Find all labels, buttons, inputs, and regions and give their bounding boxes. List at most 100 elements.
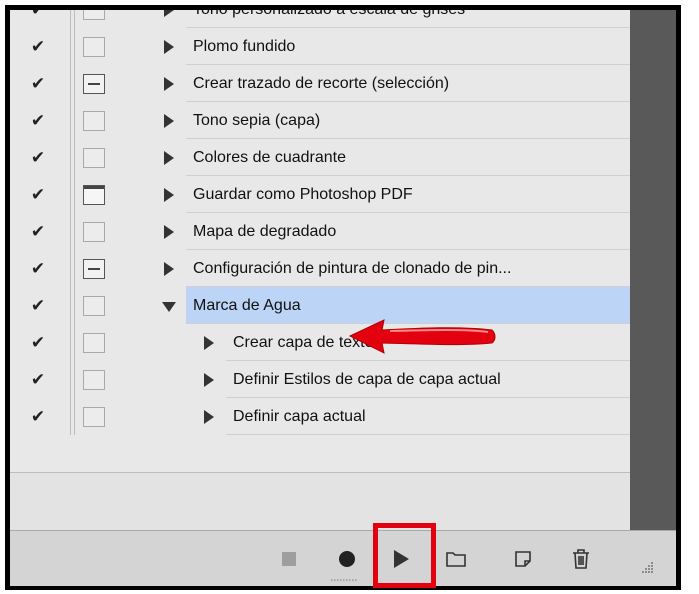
toggle-dialog-icon[interactable] [83, 148, 105, 168]
action-row[interactable]: ✔ Definir capa actual [10, 398, 630, 435]
action-row[interactable]: ✔ Tono personalizado a escala de grises [10, 10, 630, 28]
action-row[interactable]: ✔ Definir Estilos de capa de capa actual [10, 361, 630, 398]
new-action-button[interactable] [509, 545, 537, 573]
toggle-dialog-icon[interactable] [83, 296, 105, 316]
column-divider [70, 139, 71, 176]
column-divider [74, 287, 75, 324]
toggle-item-checkmark-icon[interactable]: ✔ [28, 10, 48, 20]
toggle-dialog-icon[interactable] [83, 74, 105, 94]
toggle-dialog-icon[interactable] [83, 333, 105, 353]
record-icon [339, 551, 355, 567]
record-button[interactable] [333, 545, 361, 573]
column-divider [74, 398, 75, 435]
action-label: Marca de Agua [193, 297, 301, 314]
expand-right-triangle-icon[interactable] [164, 77, 174, 91]
column-divider [70, 10, 71, 28]
expand-down-triangle-icon[interactable] [162, 302, 176, 312]
action-label: Definir Estilos de capa de capa actual [233, 371, 501, 388]
action-label: Configuración de pintura de clonado de p… [193, 260, 512, 277]
action-label: Guardar como Photoshop PDF [193, 186, 413, 203]
column-divider [74, 10, 75, 28]
actions-panel: ✔ Tono personalizado a escala de grises ✔ P… [10, 10, 630, 530]
column-divider [70, 398, 71, 435]
expand-right-triangle-icon[interactable] [164, 114, 174, 128]
toggle-dialog-icon[interactable] [83, 111, 105, 131]
column-divider [74, 28, 75, 65]
action-row[interactable]: ✔ Tono sepia (capa) [10, 102, 630, 139]
action-label: Tono personalizado a escala de grises [193, 10, 465, 20]
action-label: Mapa de degradado [193, 223, 337, 240]
stop-button[interactable] [275, 545, 303, 573]
toggle-item-checkmark-icon[interactable]: ✔ [28, 296, 48, 316]
toggle-dialog-icon[interactable] [83, 185, 105, 205]
toggle-item-checkmark-icon[interactable]: ✔ [28, 222, 48, 242]
column-divider [70, 361, 71, 398]
toggle-dialog-icon[interactable] [83, 10, 105, 20]
column-divider [74, 361, 75, 398]
stop-icon [282, 552, 296, 566]
column-divider [74, 176, 75, 213]
toggle-item-checkmark-icon[interactable]: ✔ [28, 148, 48, 168]
action-row[interactable]: ✔ Configuración de pintura de clonado de … [10, 250, 630, 287]
resize-grip-icon[interactable] [640, 561, 654, 575]
toggle-item-checkmark-icon[interactable]: ✔ [28, 407, 48, 427]
action-row[interactable]: ✔ Crear trazado de recorte (selección) [10, 65, 630, 102]
delete-button[interactable] [567, 545, 595, 573]
new-action-icon [515, 551, 531, 567]
column-divider [70, 324, 71, 361]
column-divider [70, 102, 71, 139]
toggle-item-checkmark-icon[interactable]: ✔ [28, 333, 48, 353]
action-label: Crear trazado de recorte (selección) [193, 75, 450, 92]
action-label: Colores de cuadrante [193, 149, 346, 166]
actions-toolbar [10, 530, 676, 586]
action-row[interactable]: ✔ Marca de Agua [10, 287, 630, 324]
column-divider [70, 65, 71, 102]
toggle-item-checkmark-icon[interactable]: ✔ [28, 259, 48, 279]
action-label: Definir capa actual [233, 408, 366, 425]
toggle-item-checkmark-icon[interactable]: ✔ [28, 111, 48, 131]
expand-right-triangle-icon[interactable] [164, 40, 174, 54]
toggle-item-checkmark-icon[interactable]: ✔ [28, 185, 48, 205]
panel-scroll-area[interactable] [630, 10, 676, 530]
column-divider [74, 213, 75, 250]
row-divider [226, 434, 630, 435]
action-row[interactable]: ✔ Plomo fundido [10, 28, 630, 65]
column-divider [74, 324, 75, 361]
column-divider [74, 250, 75, 287]
folder-icon [446, 552, 466, 567]
column-divider [70, 213, 71, 250]
expand-right-triangle-icon[interactable] [164, 225, 174, 239]
expand-right-triangle-icon[interactable] [164, 188, 174, 202]
expand-right-triangle-icon[interactable] [204, 410, 214, 424]
toggle-dialog-icon[interactable] [83, 370, 105, 390]
annotation-arrow-icon [348, 319, 496, 354]
column-divider [74, 139, 75, 176]
expand-right-triangle-icon[interactable] [204, 336, 214, 350]
column-divider [70, 250, 71, 287]
toggle-item-checkmark-icon[interactable]: ✔ [28, 74, 48, 94]
toggle-item-checkmark-icon[interactable]: ✔ [28, 37, 48, 57]
expand-right-triangle-icon[interactable] [204, 373, 214, 387]
splitter-grip[interactable] [325, 579, 365, 582]
action-row[interactable]: ✔ Crear capa de texto [10, 324, 630, 361]
column-divider [70, 287, 71, 324]
play-button-highlight [373, 523, 436, 588]
action-row[interactable]: ✔ Guardar como Photoshop PDF [10, 176, 630, 213]
column-divider [70, 28, 71, 65]
column-divider [70, 176, 71, 213]
expand-right-triangle-icon[interactable] [164, 262, 174, 276]
trash-icon [573, 549, 589, 569]
action-label: Tono sepia (capa) [193, 112, 321, 129]
action-row[interactable]: ✔ Colores de cuadrante [10, 139, 630, 176]
toggle-dialog-icon[interactable] [83, 407, 105, 427]
expand-right-triangle-icon[interactable] [164, 10, 174, 17]
action-row[interactable]: ✔ Mapa de degradado [10, 213, 630, 250]
toggle-dialog-icon[interactable] [83, 37, 105, 57]
toggle-dialog-icon[interactable] [83, 259, 105, 279]
column-divider [74, 102, 75, 139]
new-set-button[interactable] [442, 545, 470, 573]
toggle-dialog-icon[interactable] [83, 222, 105, 242]
column-divider [74, 65, 75, 102]
expand-right-triangle-icon[interactable] [164, 151, 174, 165]
toggle-item-checkmark-icon[interactable]: ✔ [28, 370, 48, 390]
